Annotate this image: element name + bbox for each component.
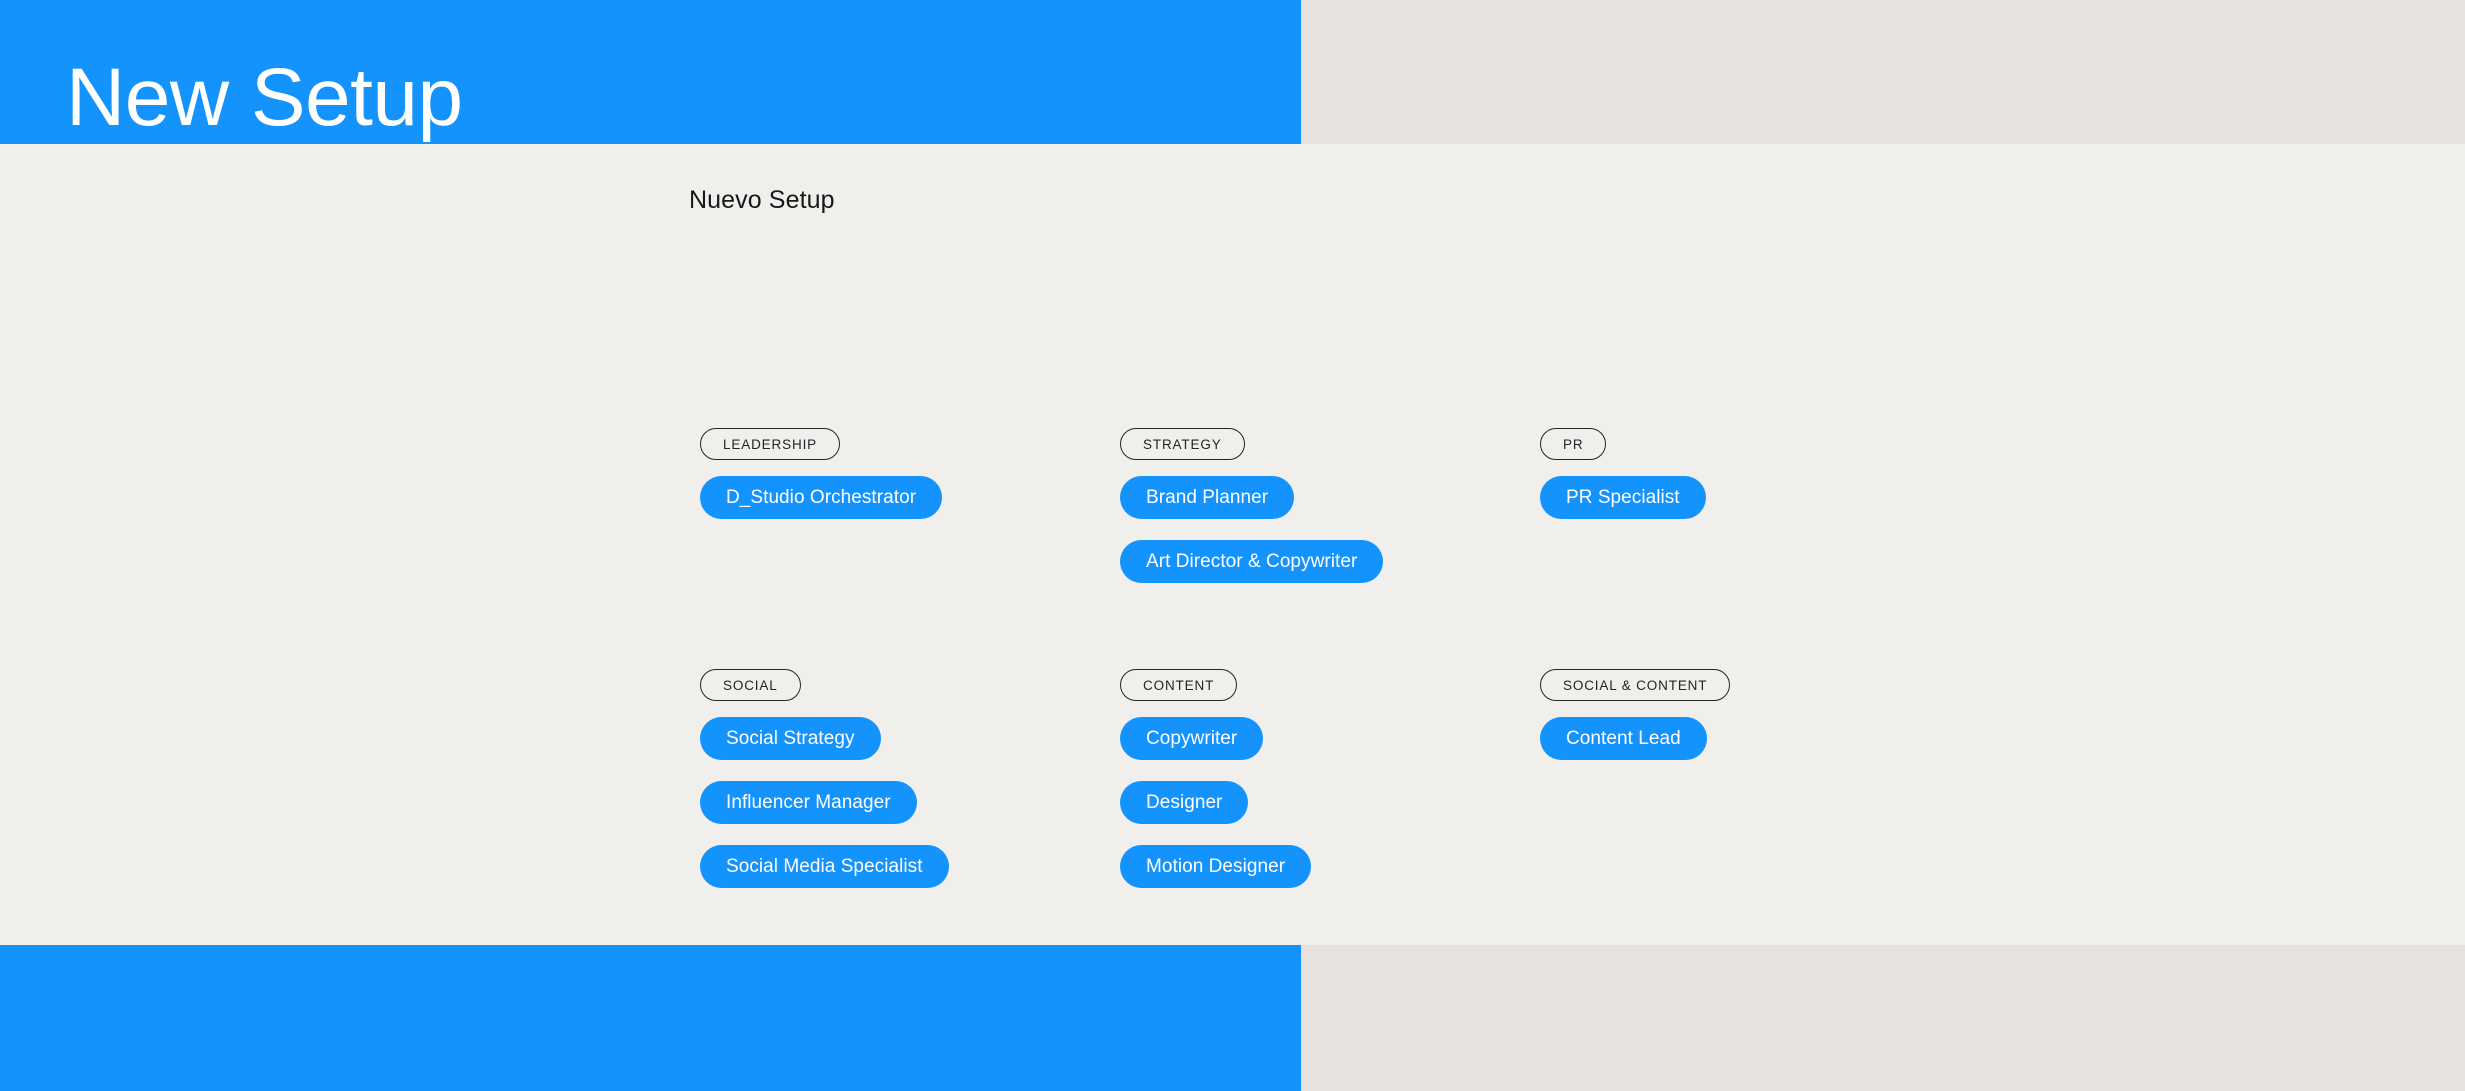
role-chip[interactable]: Motion Designer [1120, 845, 1312, 888]
group-column: SOCIAL Social Strategy Influencer Manager S… [700, 669, 1120, 888]
group-column: STRATEGY Brand Planner Art Director & Copy… [1120, 428, 1540, 583]
group-row: SOCIAL Social Strategy Influencer Manager S… [700, 669, 1850, 888]
setup-card: Nuevo Setup LEADERSHIP D_Studio Orchestra… [647, 144, 1893, 945]
role-chip-row: Brand Planner [1120, 476, 1540, 519]
role-chip[interactable]: Art Director & Copywriter [1120, 540, 1384, 583]
role-chip[interactable]: D_Studio Orchestrator [700, 476, 943, 519]
role-chip-list: Brand Planner Art Director & Copywriter [1120, 476, 1540, 583]
role-chip-row: Influencer Manager [700, 781, 1120, 824]
role-chip[interactable]: Designer [1120, 781, 1249, 824]
group-column: PR PR Specialist [1540, 428, 1960, 519]
group-tag[interactable]: LEADERSHIP [700, 428, 841, 460]
group-tag[interactable]: SOCIAL [700, 669, 801, 701]
role-chip-row: Art Director & Copywriter [1120, 540, 1540, 583]
role-chip[interactable]: Influencer Manager [700, 781, 917, 824]
role-chip-row: Content Lead [1540, 717, 1960, 760]
group-tag[interactable]: PR [1540, 428, 1607, 460]
group-column: SOCIAL & CONTENT Content Lead [1540, 669, 1960, 760]
role-chip-row: Copywriter [1120, 717, 1540, 760]
role-chip-list: Social Strategy Influencer Manager Social … [700, 717, 1120, 888]
group-column: LEADERSHIP D_Studio Orchestrator [700, 428, 1120, 519]
screen-canvas: New Setup Nuevo Setup LEADERSHIP D_Studio… [0, 0, 2465, 1091]
group-column: CONTENT Copywriter Designer Motion Designer [1120, 669, 1540, 888]
role-chip-row: Motion Designer [1120, 845, 1540, 888]
role-chip[interactable]: Social Media Specialist [700, 845, 949, 888]
role-chip-row: Social Strategy [700, 717, 1120, 760]
group-tag[interactable]: SOCIAL & CONTENT [1540, 669, 1731, 701]
role-chip-row: Designer [1120, 781, 1540, 824]
role-chip[interactable]: Brand Planner [1120, 476, 1295, 519]
group-tag[interactable]: CONTENT [1120, 669, 1238, 701]
role-chip-row: Social Media Specialist [700, 845, 1120, 888]
role-chip[interactable]: Copywriter [1120, 717, 1264, 760]
role-chip-list: PR Specialist [1540, 476, 1960, 519]
role-chip-row: PR Specialist [1540, 476, 1960, 519]
page-title: New Setup [66, 52, 463, 143]
role-chip[interactable]: Content Lead [1540, 717, 1707, 760]
group-row: LEADERSHIP D_Studio Orchestrator STRATEGY B… [700, 428, 1850, 583]
role-chip[interactable]: Social Strategy [700, 717, 881, 760]
role-chip[interactable]: PR Specialist [1540, 476, 1706, 519]
role-chip-list: Content Lead [1540, 717, 1960, 760]
role-groups: LEADERSHIP D_Studio Orchestrator STRATEGY B… [700, 428, 1850, 888]
role-chip-list: Copywriter Designer Motion Designer [1120, 717, 1540, 888]
role-chip-list: D_Studio Orchestrator [700, 476, 1120, 519]
card-title: Nuevo Setup [689, 186, 835, 214]
background-band-blue-bottom [0, 945, 1301, 1091]
role-chip-row: D_Studio Orchestrator [700, 476, 1120, 519]
group-tag[interactable]: STRATEGY [1120, 428, 1245, 460]
